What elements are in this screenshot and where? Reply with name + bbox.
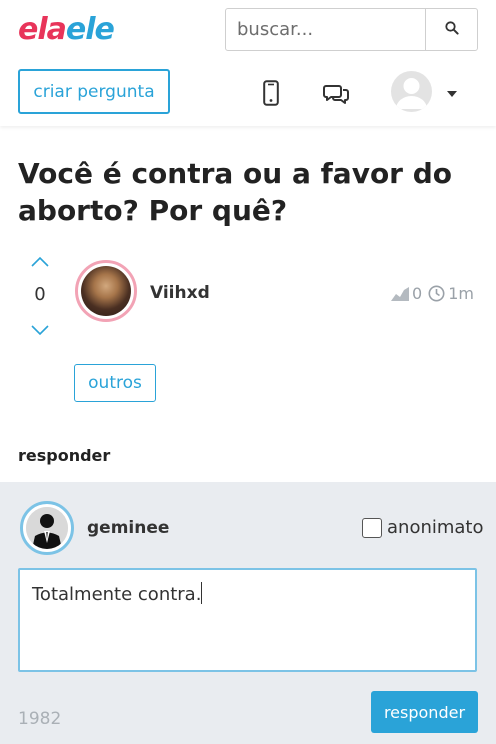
- answer-text: Totalmente contra.: [32, 584, 202, 605]
- category-tag[interactable]: outros: [74, 364, 156, 402]
- answer-heading: responder: [18, 446, 111, 465]
- level-chart-icon: [391, 286, 409, 301]
- user-avatar[interactable]: [391, 71, 432, 112]
- my-username: geminee: [87, 518, 170, 538]
- clock-icon: [428, 285, 445, 302]
- search-input[interactable]: [226, 9, 425, 50]
- author-name[interactable]: Viihxd: [150, 283, 210, 303]
- my-avatar: [20, 501, 74, 555]
- top-header: elaele criar pergunta: [0, 0, 496, 126]
- vote-count: 0: [34, 284, 46, 305]
- search-bar: [225, 8, 478, 51]
- question-title: Você é contra ou a favor do aborto? Por …: [18, 157, 453, 227]
- anonymous-label: anonimato: [387, 517, 484, 538]
- time-ago: 1m: [448, 284, 474, 303]
- mobile-app-icon[interactable]: [262, 79, 280, 107]
- level-value: 0: [412, 284, 423, 303]
- submit-answer-button[interactable]: responder: [371, 691, 478, 733]
- question-meta: 0 1m: [391, 284, 480, 303]
- character-counter: 1982: [18, 709, 62, 729]
- anonymous-checkbox[interactable]: [362, 517, 382, 538]
- search-button[interactable]: [425, 9, 477, 50]
- logo[interactable]: elaele: [18, 12, 115, 47]
- text-cursor: [201, 582, 203, 604]
- chevron-down-icon[interactable]: [447, 91, 457, 97]
- search-icon: [444, 20, 459, 39]
- chat-icon[interactable]: [322, 82, 350, 104]
- create-question-button[interactable]: criar pergunta: [18, 69, 170, 114]
- logo-ele: ele: [65, 12, 115, 47]
- logo-ela: ela: [18, 12, 67, 47]
- upvote-icon[interactable]: [30, 253, 50, 267]
- downvote-icon[interactable]: [30, 321, 50, 336]
- author-avatar[interactable]: [75, 260, 137, 322]
- answer-textarea[interactable]: Totalmente contra.: [18, 568, 477, 672]
- anonymous-toggle[interactable]: anonimato: [362, 517, 484, 538]
